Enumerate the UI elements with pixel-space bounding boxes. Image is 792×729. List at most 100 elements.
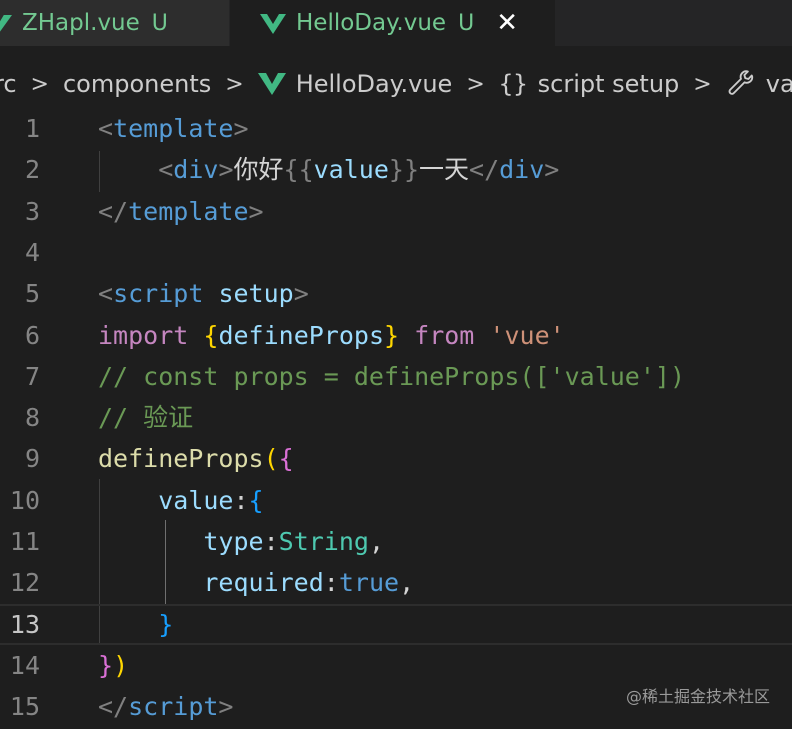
line-number: 1 xyxy=(24,114,40,143)
code-token: < xyxy=(98,114,114,143)
code-line[interactable]: 10 value:{ xyxy=(0,480,792,521)
code-token: : xyxy=(233,485,249,515)
line-number: 15 xyxy=(9,692,40,722)
code-token: ( xyxy=(263,444,279,474)
code-token: String xyxy=(278,527,369,556)
code-token: template xyxy=(128,196,249,226)
code-token: defineProps xyxy=(218,320,385,350)
code-line[interactable]: 2 <div>你好{{value}}一天</div> xyxy=(0,149,792,190)
line-number: 3 xyxy=(24,196,40,226)
line-number: 7 xyxy=(24,361,40,391)
code-token: import xyxy=(98,320,189,350)
code-token: { xyxy=(278,444,294,474)
untracked-badge: U xyxy=(151,10,168,36)
code-line[interactable]: 9 defineProps({ xyxy=(0,438,792,479)
code-editor[interactable]: 1 <template> 2 <div>你好{{value}}一天</div> 3 </… xyxy=(0,108,792,729)
untracked-badge: U xyxy=(458,10,475,36)
line-number: 5 xyxy=(24,279,40,309)
breadcrumb-separator: > xyxy=(693,71,712,97)
line-number: 10 xyxy=(9,485,40,515)
tab-label: ZHapl.vue xyxy=(22,10,140,36)
code-token: template xyxy=(113,114,234,143)
code-line[interactable]: 12 required:true, xyxy=(0,562,792,603)
vue-file-icon xyxy=(260,14,286,34)
code-line[interactable]: 6 import {defineProps} from 'vue' xyxy=(0,315,792,356)
breadcrumb-separator: > xyxy=(225,71,244,97)
breadcrumb-item-script-setup[interactable]: {} script setup xyxy=(499,70,680,98)
breadcrumb-value-label: val xyxy=(765,70,792,98)
breadcrumb-item-src[interactable]: rc xyxy=(0,70,17,98)
code-text: </script> xyxy=(98,686,233,727)
code-text: <div>你好{{value}}一天</div> xyxy=(98,149,559,190)
code-line[interactable]: 5 <script setup> xyxy=(0,273,792,314)
code-line[interactable]: 11 type:String, xyxy=(0,521,792,562)
tab-zhapl-vue[interactable]: ZHapl.vue U xyxy=(0,0,230,46)
code-token: // 验证 xyxy=(98,403,194,433)
breadcrumb-script-label: script setup xyxy=(537,70,680,98)
code-token: ) xyxy=(113,650,129,680)
code-token: > xyxy=(218,692,234,722)
code-text: </template> xyxy=(98,191,264,232)
code-token: < xyxy=(158,155,174,185)
code-text: // const props = defineProps(['value']) xyxy=(98,356,685,397)
code-token: > xyxy=(544,155,560,185)
code-line[interactable]: 3 </template> xyxy=(0,191,792,232)
tab-helloday-vue[interactable]: HelloDay.vue U ✕ xyxy=(230,0,555,46)
code-line[interactable]: 4 xyxy=(0,232,792,273)
code-token: </ xyxy=(469,155,500,185)
code-token: > xyxy=(233,114,249,143)
code-text: <script setup> xyxy=(98,273,309,314)
tab-bar: ZHapl.vue U HelloDay.vue U ✕ xyxy=(0,0,792,46)
code-line[interactable]: 8 // 验证 xyxy=(0,397,792,438)
code-line[interactable]: 1 <template> xyxy=(0,108,792,149)
code-token: script xyxy=(113,279,204,309)
code-token: script xyxy=(128,692,219,722)
line-number: 11 xyxy=(9,527,40,556)
code-text: defineProps({ xyxy=(98,438,294,479)
breadcrumb-item-value[interactable]: val xyxy=(726,69,792,99)
vue-file-icon xyxy=(257,73,286,95)
code-text: required:true, xyxy=(98,562,414,603)
code-token: 你好 xyxy=(233,155,284,185)
watermark: @稀土掘金技术社区 xyxy=(625,687,770,706)
code-token: from xyxy=(414,320,475,350)
code-line[interactable]: 7 // const props = defineProps(['value']) xyxy=(0,356,792,397)
code-text: } xyxy=(98,606,173,643)
code-token: > xyxy=(248,196,264,226)
code-token: } xyxy=(158,609,174,639)
line-number: 4 xyxy=(24,237,40,267)
code-line[interactable]: 14}) xyxy=(0,645,792,686)
line-number: 2 xyxy=(24,155,40,185)
code-token: { xyxy=(203,320,219,350)
code-text: }) xyxy=(98,645,128,686)
breadcrumb: rc > components > HelloDay.vue > {} scri… xyxy=(0,62,792,106)
line-number: 8 xyxy=(24,403,40,433)
code-token: value xyxy=(313,155,389,185)
code-token: 一天 xyxy=(419,155,470,185)
code-token: , xyxy=(368,527,385,556)
code-token: value xyxy=(158,485,234,515)
breadcrumb-item-components[interactable]: components xyxy=(63,70,211,98)
code-token: setup xyxy=(218,279,294,309)
code-token: : xyxy=(263,527,279,556)
breadcrumb-separator: > xyxy=(30,71,49,97)
code-token: div xyxy=(499,155,545,185)
code-token: </ xyxy=(98,692,129,722)
code-text: <template> xyxy=(98,108,249,149)
code-text: type:String, xyxy=(98,521,384,562)
breadcrumb-item-file[interactable]: HelloDay.vue xyxy=(257,70,452,98)
close-icon[interactable]: ✕ xyxy=(496,10,518,36)
code-token: defineProps xyxy=(98,444,264,474)
code-token: { xyxy=(248,485,264,515)
code-token: type xyxy=(203,527,264,556)
code-token: , xyxy=(399,568,415,598)
code-token: }} xyxy=(388,155,419,185)
code-text: value:{ xyxy=(98,480,264,521)
code-line[interactable]: 13 } xyxy=(0,603,792,645)
